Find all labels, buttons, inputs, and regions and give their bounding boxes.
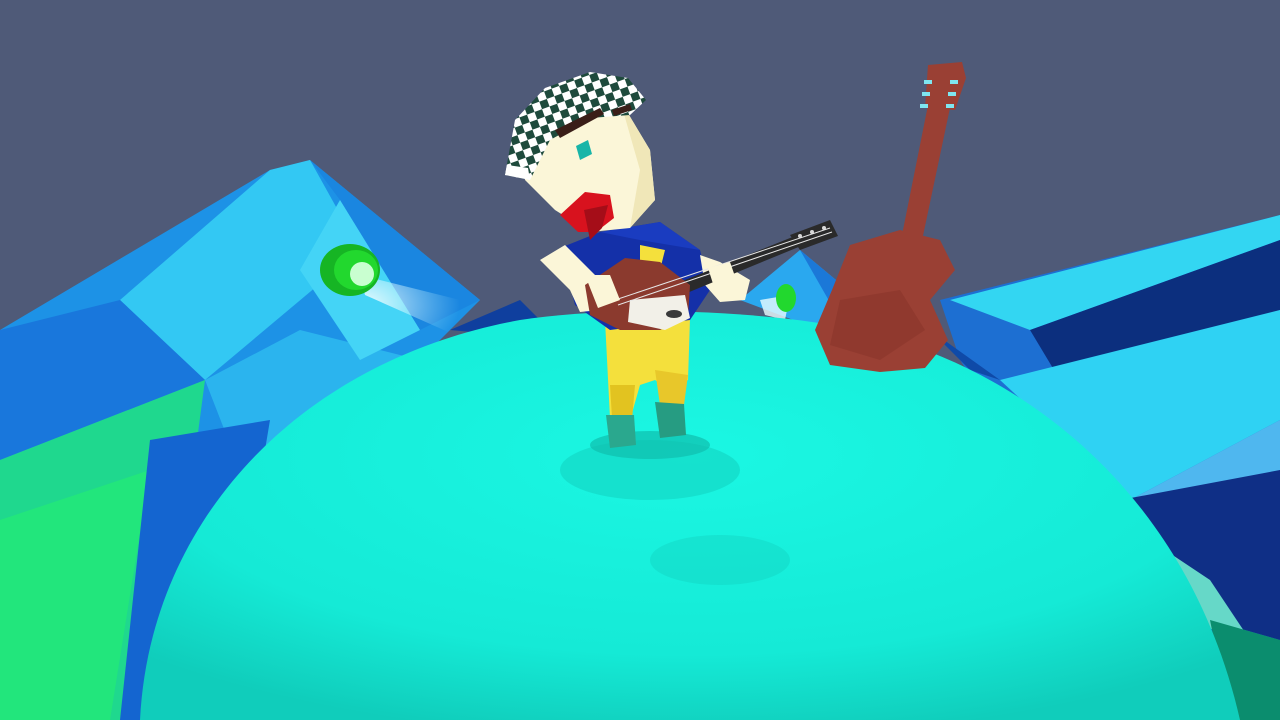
character-right-shoe — [655, 402, 686, 438]
character-shadow — [590, 431, 710, 459]
scene-canvas — [0, 0, 1280, 720]
character-left-shoe — [606, 415, 636, 448]
game-viewport[interactable] — [0, 0, 1280, 720]
